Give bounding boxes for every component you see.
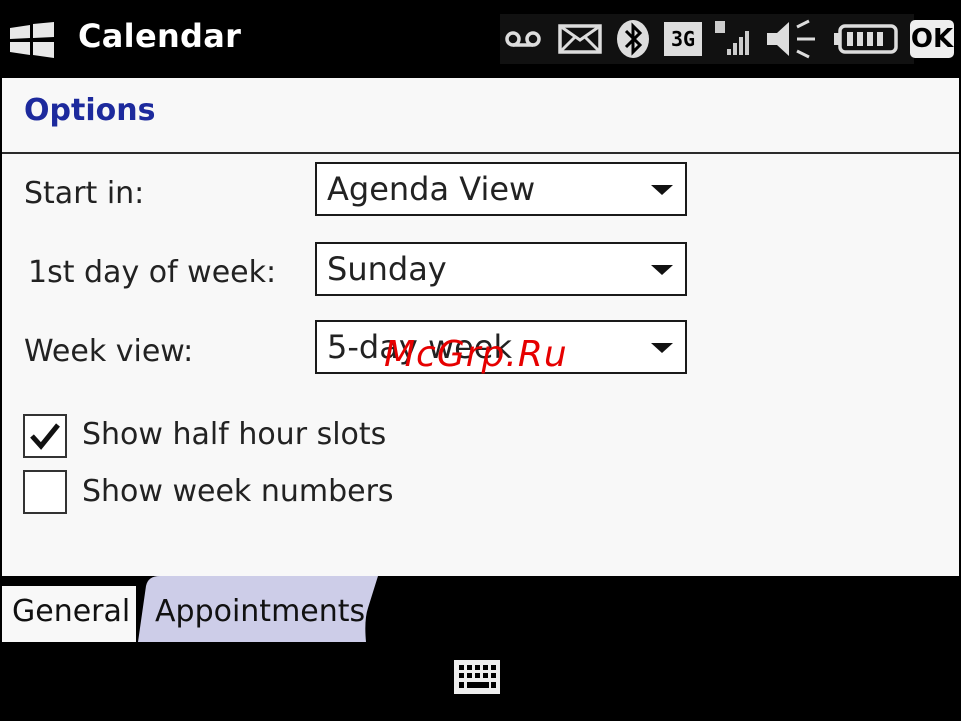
tab-general-label: General	[12, 594, 131, 629]
half-hour-checkbox[interactable]	[23, 414, 67, 458]
app-title: Calendar	[78, 17, 242, 55]
ok-button[interactable]: OK	[908, 14, 956, 64]
options-header: Options	[2, 78, 959, 154]
3g-label: 3G	[664, 22, 702, 56]
bluetooth-icon[interactable]	[614, 14, 652, 64]
first-day-value: Sunday	[327, 250, 447, 288]
first-day-dropdown[interactable]: Sunday	[315, 242, 687, 296]
chevron-down-icon	[651, 343, 673, 353]
message-icon[interactable]	[556, 14, 604, 64]
first-day-label: 1st day of week:	[28, 255, 277, 290]
ok-label: OK	[910, 20, 954, 58]
title-bar: Calendar 3G OK	[0, 0, 961, 78]
options-pane: Options Start in: Agenda View 1st day of…	[2, 78, 959, 644]
start-in-dropdown[interactable]: Agenda View	[315, 162, 687, 216]
week-view-label: Week view:	[24, 334, 194, 369]
start-in-value: Agenda View	[327, 170, 536, 208]
keyboard-icon[interactable]	[453, 659, 501, 695]
week-numbers-checkbox[interactable]	[23, 470, 67, 514]
windows-start-icon[interactable]	[8, 22, 56, 58]
chevron-down-icon	[651, 265, 673, 275]
signal-icon[interactable]	[712, 14, 752, 64]
tab-general[interactable]: General	[2, 586, 136, 642]
chevron-down-icon	[651, 185, 673, 195]
battery-icon[interactable]	[832, 14, 900, 64]
week-numbers-label[interactable]: Show week numbers	[82, 474, 394, 509]
tab-appointments-label[interactable]: Appointments	[155, 594, 365, 629]
voicemail-icon[interactable]	[502, 14, 544, 64]
page-title: Options	[24, 93, 156, 128]
start-in-label: Start in:	[24, 176, 145, 211]
watermark: McGrp.Ru	[384, 334, 568, 375]
half-hour-label[interactable]: Show half hour slots	[82, 417, 386, 452]
checkmark-icon	[30, 423, 60, 450]
volume-icon[interactable]	[762, 14, 820, 64]
3g-icon[interactable]: 3G	[662, 14, 704, 64]
